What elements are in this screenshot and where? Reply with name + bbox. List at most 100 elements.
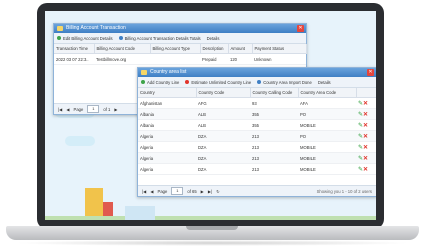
country-window-title: Country area list: [150, 69, 187, 75]
estimate-button[interactable]: Estimate Unlimited Country Line: [185, 80, 251, 85]
country-window: Country area list ✕ Add Country Line Est…: [137, 67, 376, 197]
page-input[interactable]: 1: [87, 105, 100, 113]
country-pager: |◀ ◀ Page 1 of 65 ▶ ▶| ↻ Showing you 1 -…: [138, 185, 376, 196]
cell: PO: [298, 108, 356, 120]
cell: AFA: [298, 97, 356, 109]
next-page-icon[interactable]: ▶: [201, 189, 204, 194]
x-icon[interactable]: ✕: [363, 101, 368, 107]
row-actions: ✎✕: [356, 163, 376, 175]
add-icon: [141, 80, 145, 84]
details-label: Details: [317, 79, 331, 85]
x-icon[interactable]: ✕: [363, 167, 368, 173]
transaction-details-button[interactable]: Billing Account Transaction Details Tota…: [118, 35, 201, 41]
cell: Algeria: [138, 163, 196, 175]
transaction-details-label: Billing Account Transaction Details Tota…: [124, 35, 201, 41]
details-button[interactable]: Details: [318, 80, 331, 85]
cell: MOBILE: [298, 119, 356, 131]
billing-window-titlebar[interactable]: Billing Account Transaction ✕: [54, 24, 306, 33]
cell: ALB: [196, 119, 250, 131]
col-description[interactable]: Description: [200, 44, 229, 54]
col-calling-code[interactable]: Country Calling Code: [250, 88, 299, 98]
cell: 355: [250, 119, 298, 131]
table-row[interactable]: Afghanistan AFG 93 AFA ✎✕: [138, 97, 376, 109]
cell: Algeria: [138, 152, 196, 164]
cell: 2022 03 07 22:3..: [54, 53, 94, 65]
x-icon[interactable]: ✕: [363, 145, 368, 151]
billing-window-title: Billing Account Transaction: [66, 25, 126, 31]
col-amount[interactable]: Amount: [228, 44, 253, 54]
details-label: Details: [206, 35, 220, 41]
cell: Albania: [138, 108, 196, 120]
cell: 93: [250, 97, 298, 109]
prev-page-icon[interactable]: ◀: [150, 189, 153, 194]
cell: DZA: [196, 152, 250, 164]
cell: DZA: [196, 141, 250, 153]
row-actions: ✎✕: [356, 108, 376, 120]
laptop-notch: [186, 226, 238, 230]
country-table: Country Country Code Country Calling Cod…: [138, 88, 376, 175]
cell: AFG: [196, 97, 250, 109]
cell: Prepaid: [200, 53, 228, 65]
first-page-icon[interactable]: |◀: [142, 189, 146, 194]
close-icon[interactable]: ✕: [297, 25, 304, 32]
country-window-titlebar[interactable]: Country area list ✕: [138, 68, 376, 77]
cell: MOBILE: [298, 163, 356, 175]
refresh-icon[interactable]: ↻: [216, 189, 220, 194]
billing-toolbar: Edit Billing Account Details Billing Acc…: [54, 33, 306, 44]
prev-page-icon[interactable]: ◀: [66, 107, 69, 112]
col-actions: [356, 88, 376, 98]
delete-icon: [185, 80, 190, 84]
table-row[interactable]: Algeria DZA 213 PO ✎✕: [138, 130, 376, 142]
table-row[interactable]: Albania ALB 355 PO ✎✕: [138, 108, 376, 120]
col-transaction-time[interactable]: Transaction Time: [54, 44, 95, 54]
col-country[interactable]: Country: [138, 88, 197, 98]
row-actions: ✎✕: [356, 130, 376, 142]
laptop-screen: Billing Account Transaction ✕ Edit Billi…: [45, 11, 376, 220]
cell: Algeria: [138, 141, 196, 153]
col-area-code[interactable]: Country Area Code: [298, 88, 357, 98]
cell: DZA: [196, 163, 250, 175]
last-page-icon[interactable]: ▶|: [208, 189, 212, 194]
add-country-button[interactable]: Add Country Line: [141, 80, 179, 85]
cell: Albania: [138, 119, 196, 131]
page-total: of 65: [187, 188, 197, 194]
window-icon: [141, 70, 147, 75]
next-page-icon[interactable]: ▶: [114, 107, 117, 112]
add-country-label: Add Country Line: [147, 79, 180, 85]
page-total: of 1: [103, 106, 111, 112]
table-row[interactable]: Albania ALB 355 MOBILE ✎✕: [138, 119, 376, 131]
building: [125, 206, 155, 220]
row-actions: ✎✕: [356, 141, 376, 153]
col-payment-status[interactable]: Payment Status: [252, 44, 307, 54]
table-row[interactable]: Algeria DZA 213 MOBILE ✎✕: [138, 163, 376, 175]
row-actions: ✎✕: [356, 152, 376, 164]
x-icon[interactable]: ✕: [363, 134, 368, 140]
row-actions: ✎✕: [356, 119, 376, 131]
cell: 213: [250, 130, 298, 142]
cell: Testbillmove.org: [94, 53, 150, 65]
table-row[interactable]: Algeria DZA 213 MOBILE ✎✕: [138, 152, 376, 164]
table-row[interactable]: Algeria DZA 213 MOBILE ✎✕: [138, 141, 376, 153]
cell: ALB: [196, 108, 250, 120]
cell: MOBILE: [298, 141, 356, 153]
estimate-label: Estimate Unlimited Country Line: [191, 79, 252, 85]
import-button[interactable]: Country Area Import Done: [257, 80, 312, 85]
edit-icon: [57, 36, 61, 40]
table-row[interactable]: 2022 03 07 22:3.. Testbillmove.org Prepa…: [54, 53, 306, 65]
building: [45, 216, 376, 220]
x-icon[interactable]: ✕: [363, 156, 368, 162]
first-page-icon[interactable]: |◀: [58, 107, 62, 112]
pager-status: Showing you 1 - 10 of 2 users: [316, 188, 372, 194]
col-billing-code[interactable]: Billing Account Code: [94, 44, 151, 54]
details-button[interactable]: Details: [207, 36, 220, 41]
col-billing-type[interactable]: Billing Account Type: [150, 44, 201, 54]
import-label: Country Area Import Done: [263, 79, 312, 85]
window-icon: [57, 26, 63, 31]
close-icon[interactable]: ✕: [367, 69, 374, 76]
import-icon: [257, 80, 262, 84]
x-icon[interactable]: ✕: [363, 112, 368, 118]
edit-billing-button[interactable]: Edit Billing Account Details: [57, 36, 113, 41]
col-country-code[interactable]: Country Code: [196, 88, 251, 98]
page-input[interactable]: 1: [171, 187, 184, 195]
x-icon[interactable]: ✕: [363, 123, 368, 129]
